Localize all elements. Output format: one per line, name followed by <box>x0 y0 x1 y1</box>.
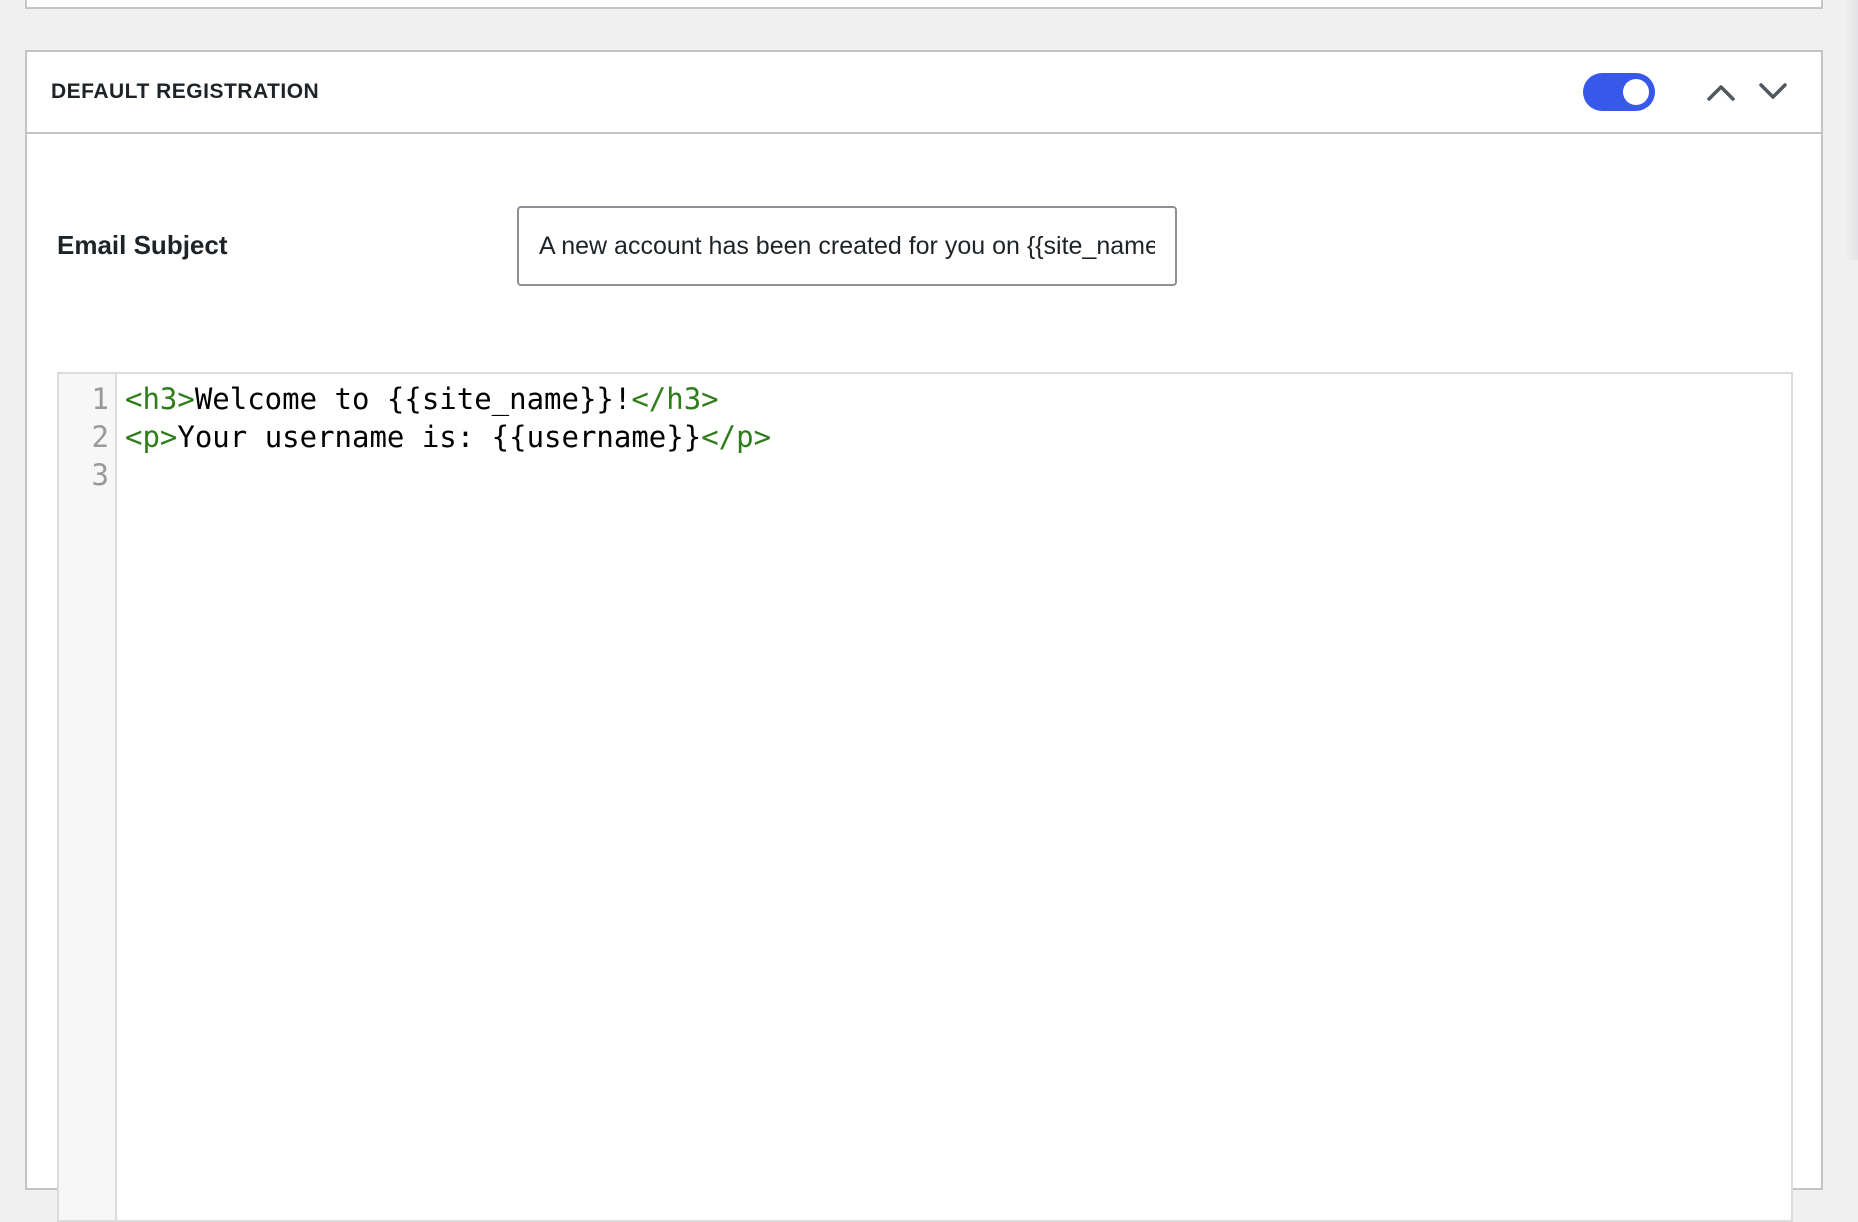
code-line: <h3>Welcome to {{site_name}}!</h3> <box>125 380 1791 418</box>
previous-panel <box>25 0 1823 9</box>
code-line: <p>Your username is: {{username}}</p> <box>125 418 1791 456</box>
email-subject-input[interactable] <box>517 206 1177 286</box>
header-controls <box>1583 52 1791 132</box>
email-subject-label: Email Subject <box>57 230 228 260</box>
line-number: 2 <box>91 420 109 454</box>
panel-title: DEFAULT REGISTRATION <box>51 80 320 103</box>
line-number: 1 <box>91 382 109 416</box>
chevron-up-icon <box>1707 85 1735 101</box>
code-text: Welcome to {{site_name}}! <box>194 382 632 416</box>
code-content[interactable]: <h3>Welcome to {{site_name}}!</h3> <p>Yo… <box>117 374 1791 1220</box>
code-editor[interactable]: 1 2 3 <h3>Welcome to {{site_name}}!</h3>… <box>57 372 1793 1222</box>
toggle-knob <box>1623 79 1649 105</box>
line-number: 3 <box>91 458 109 492</box>
move-down-button[interactable] <box>1755 74 1791 110</box>
code-open-tag: <h3> <box>125 382 195 416</box>
code-close-tag: </h3> <box>631 382 719 416</box>
code-close-tag: </p> <box>701 420 772 454</box>
code-open-tag: <p> <box>125 420 178 454</box>
enable-toggle[interactable] <box>1583 73 1655 111</box>
email-subject-row: Email Subject <box>27 206 1821 288</box>
line-number-gutter: 1 2 3 <box>59 374 117 1220</box>
default-registration-panel: DEFAULT REGISTRATION Email Subject 1 2 <box>25 50 1823 1222</box>
chevron-down-icon <box>1759 83 1787 99</box>
move-up-button[interactable] <box>1703 74 1739 110</box>
code-text: Your username is: {{username}} <box>177 420 702 454</box>
window-scroll-edge <box>1844 0 1858 260</box>
panel-header: DEFAULT REGISTRATION <box>27 52 1821 134</box>
